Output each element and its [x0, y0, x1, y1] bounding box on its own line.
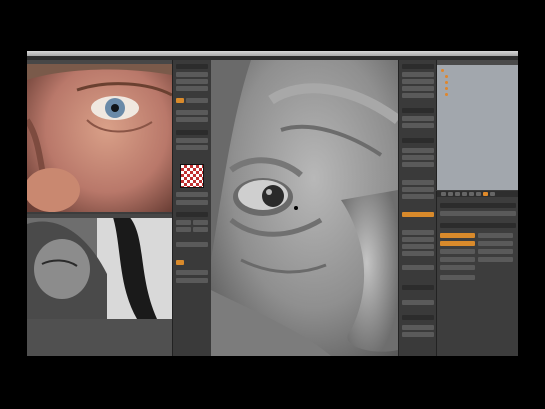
- outliner-row[interactable]: [445, 81, 449, 85]
- checkbox-row[interactable]: [402, 162, 434, 167]
- tool-shelf: [172, 60, 211, 356]
- property-field[interactable]: [402, 332, 434, 337]
- tool-toggle-active[interactable]: [176, 260, 184, 265]
- panel-header[interactable]: [402, 285, 434, 290]
- properties-tab-bar: [437, 191, 518, 197]
- property-field[interactable]: [402, 86, 434, 91]
- outliner-panel: [436, 60, 518, 190]
- tool-option-field[interactable]: [186, 98, 208, 103]
- active-modifier-button[interactable]: [440, 241, 475, 246]
- property-field[interactable]: [402, 300, 434, 305]
- tab-constraints[interactable]: [469, 192, 474, 196]
- reference-image-closeup: [27, 60, 172, 212]
- property-field[interactable]: [402, 123, 434, 128]
- sculpt-head-model-icon: [211, 60, 398, 356]
- tool-button[interactable]: [176, 200, 208, 205]
- tool-button[interactable]: [176, 145, 208, 150]
- mesh-object-icon: [441, 69, 444, 72]
- tool-button[interactable]: [176, 242, 208, 247]
- outliner-row[interactable]: [445, 75, 449, 79]
- modifier-option[interactable]: [440, 257, 475, 262]
- panel-header[interactable]: [402, 64, 434, 69]
- mesh-object-icon: [445, 87, 448, 90]
- mesh-object-icon: [445, 75, 448, 78]
- tab-scene[interactable]: [448, 192, 453, 196]
- checkbox-row[interactable]: [402, 148, 434, 153]
- property-field[interactable]: [402, 325, 434, 330]
- property-field[interactable]: [402, 116, 434, 121]
- properties-panel: [398, 60, 437, 356]
- texture-preview[interactable]: [180, 164, 204, 188]
- panel-header[interactable]: [440, 223, 516, 228]
- tool-button[interactable]: [176, 278, 208, 283]
- tab-render[interactable]: [441, 192, 446, 196]
- modifier-option[interactable]: [478, 233, 513, 238]
- property-field[interactable]: [402, 93, 434, 98]
- property-field[interactable]: [402, 79, 434, 84]
- outliner-row[interactable]: [445, 87, 449, 91]
- modifier-option[interactable]: [440, 249, 475, 254]
- panel-header[interactable]: [402, 138, 434, 143]
- active-property[interactable]: [402, 212, 434, 217]
- tool-header-button[interactable]: [176, 64, 208, 69]
- tool-button[interactable]: [176, 220, 191, 225]
- property-field[interactable]: [402, 194, 434, 199]
- tool-button[interactable]: [193, 227, 208, 232]
- tool-button[interactable]: [176, 192, 208, 197]
- mesh-object-icon: [445, 93, 448, 96]
- outliner-row[interactable]: [445, 93, 449, 97]
- reference-face-closeup-icon: [27, 60, 172, 212]
- modifier-option[interactable]: [478, 241, 513, 246]
- property-field[interactable]: [402, 72, 434, 77]
- panel-header[interactable]: [402, 108, 434, 113]
- property-field[interactable]: [402, 180, 434, 185]
- panel-header[interactable]: [176, 130, 208, 135]
- property-field[interactable]: [402, 187, 434, 192]
- tool-button[interactable]: [176, 72, 208, 77]
- application-window: [27, 51, 518, 356]
- mesh-object-icon: [445, 81, 448, 84]
- tab-modifiers[interactable]: [476, 192, 481, 196]
- tool-button[interactable]: [176, 138, 208, 143]
- modifier-option[interactable]: [440, 265, 475, 270]
- checkbox-row[interactable]: [402, 244, 434, 249]
- tool-toggle-active[interactable]: [176, 98, 184, 103]
- property-field[interactable]: [440, 211, 516, 216]
- image-editor-header[interactable]: [27, 214, 172, 218]
- tool-button[interactable]: [193, 220, 208, 225]
- panel-header[interactable]: [402, 315, 434, 320]
- reference-bw-photo-icon: [27, 214, 172, 319]
- tool-button[interactable]: [176, 270, 208, 275]
- modifier-option[interactable]: [478, 249, 513, 254]
- active-modifier-button[interactable]: [440, 233, 475, 238]
- checkbox-row[interactable]: [402, 237, 434, 242]
- property-field[interactable]: [402, 265, 434, 270]
- tool-button[interactable]: [176, 227, 191, 232]
- panel-header[interactable]: [440, 203, 516, 208]
- checkbox-row[interactable]: [402, 155, 434, 160]
- 3d-viewport[interactable]: [211, 60, 398, 356]
- tool-button[interactable]: [176, 86, 208, 91]
- brush-strength-slider[interactable]: [176, 117, 208, 122]
- image-editor-header[interactable]: [27, 60, 172, 64]
- reference-image-bw: [27, 214, 172, 319]
- tab-material[interactable]: [483, 192, 488, 196]
- tool-button[interactable]: [176, 79, 208, 84]
- brush-radius-slider[interactable]: [176, 110, 208, 115]
- panel-header[interactable]: [176, 212, 208, 217]
- tab-world[interactable]: [455, 192, 460, 196]
- modifier-option[interactable]: [478, 257, 513, 262]
- outliner-header[interactable]: [437, 60, 518, 65]
- outliner-row[interactable]: [441, 69, 445, 73]
- tab-texture[interactable]: [490, 192, 495, 196]
- modifier-option[interactable]: [440, 275, 475, 280]
- checkbox-row[interactable]: [402, 251, 434, 256]
- tab-object[interactable]: [462, 192, 467, 196]
- image-editor-empty-area: [27, 319, 172, 356]
- checkbox-row[interactable]: [402, 230, 434, 235]
- properties-editor: [436, 191, 518, 356]
